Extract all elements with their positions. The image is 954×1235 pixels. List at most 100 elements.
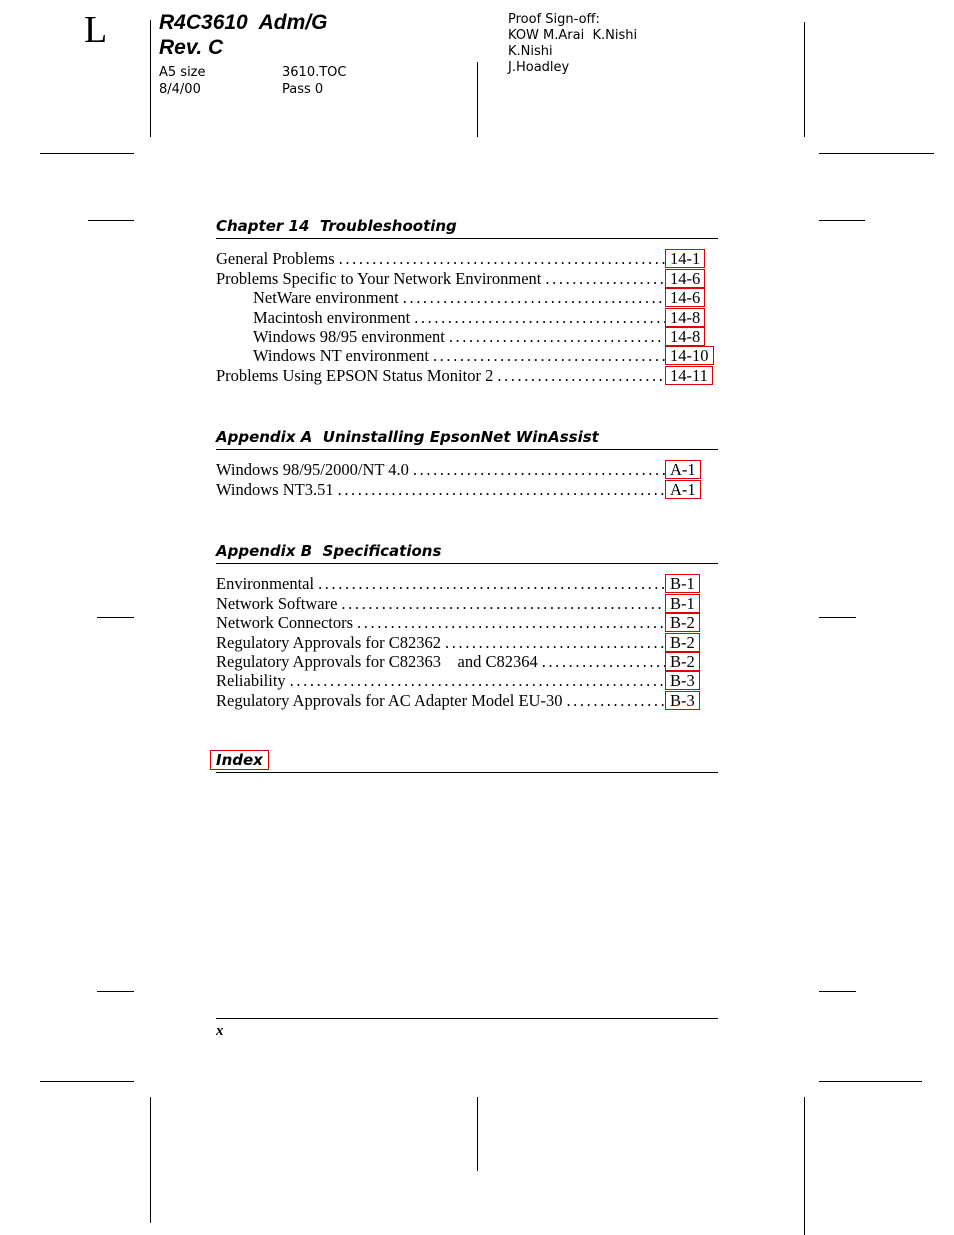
dot-leader: ........................................… <box>545 268 666 288</box>
toc-entry: Macintosh environment...................… <box>216 307 718 327</box>
toc-page-link[interactable]: B-3 <box>665 671 718 691</box>
toc-page-number[interactable]: 14-6 <box>665 288 706 308</box>
dot-leader: ........................................… <box>566 690 666 710</box>
toc-section-appendix-a: Appendix A Uninstalling EpsonNet WinAssi… <box>216 427 718 499</box>
toc-page-number[interactable]: B-3 <box>665 671 700 691</box>
dot-leader: ........................................… <box>445 632 666 652</box>
toc-page-link[interactable]: B-2 <box>665 651 718 671</box>
dot-leader: ........................................… <box>289 671 666 691</box>
toc-entry-title: Environmental <box>216 574 315 594</box>
trim-mark-left-middle <box>97 617 134 618</box>
toc-page-number[interactable]: 14-6 <box>665 268 706 288</box>
section-heading: Chapter 14 Troubleshooting <box>216 216 718 239</box>
toc-section-chapter14: Chapter 14 Troubleshooting General Probl… <box>216 216 718 385</box>
toc-entry-title: Problems Specific to Your Network Enviro… <box>216 268 542 288</box>
toc-page-number[interactable]: B-2 <box>665 651 700 671</box>
toc-entry: NetWare environment.....................… <box>216 288 718 308</box>
section-heading: Appendix A Uninstalling EpsonNet WinAssi… <box>216 427 718 450</box>
toc-entry-title: General Problems <box>216 249 335 269</box>
crop-mark-top-right-horizontal <box>819 153 934 154</box>
crop-mark-bottom-right-vertical <box>804 1097 805 1235</box>
toc-page-link[interactable]: 14-11 <box>665 365 718 385</box>
toc-page-number[interactable]: B-3 <box>665 690 700 710</box>
toc-entry: Regulatory Approvals for C82362.........… <box>216 632 718 652</box>
toc-page-number[interactable]: 14-10 <box>665 346 714 366</box>
toc-entry-title: Windows NT3.51 <box>216 479 334 499</box>
toc-entry-title: Network Software <box>216 593 338 613</box>
toc-entry: Windows NT3.51..........................… <box>216 479 718 499</box>
toc-page-number[interactable]: B-2 <box>665 613 700 633</box>
crop-mark-bottom-left-horizontal <box>40 1081 134 1082</box>
trim-mark-right-middle <box>819 617 856 618</box>
toc-entry: Reliability.............................… <box>216 671 718 691</box>
meta-date: 8/4/00 <box>159 82 201 97</box>
dot-leader: ........................................… <box>402 288 666 308</box>
toc-entry: Network Software........................… <box>216 593 718 613</box>
crop-mark-bottom-left-vertical <box>150 1097 151 1223</box>
toc-entry-title: Windows NT environment <box>253 346 429 366</box>
toc-entry: Problems Specific to Your Network Enviro… <box>216 268 718 288</box>
toc-page-number[interactable]: 14-8 <box>665 307 706 327</box>
toc-section-index: Index <box>210 750 718 773</box>
signoff-line3: J.Hoadley <box>508 60 570 75</box>
toc-page-number[interactable]: B-1 <box>665 574 700 594</box>
dot-leader: ........................................… <box>318 574 666 594</box>
toc-page-link[interactable]: B-1 <box>665 574 718 594</box>
crop-mark-top-center-vertical <box>477 62 478 137</box>
crop-mark-bottom-center-vertical <box>477 1097 478 1171</box>
toc-entries: Environmental...........................… <box>216 574 718 710</box>
toc-entry-title: Network Connectors <box>216 613 354 633</box>
toc-page-number[interactable]: B-2 <box>665 632 700 652</box>
meta-file-name: 3610.TOC <box>282 65 347 80</box>
toc-entry-title: Regulatory Approvals for C82362 <box>216 632 442 652</box>
trim-mark-right-upper <box>819 220 865 221</box>
toc-page-link[interactable]: A-1 <box>665 460 718 480</box>
toc-page-link[interactable]: B-2 <box>665 613 718 633</box>
toc-page-number[interactable]: 14-8 <box>665 326 706 346</box>
toc-entry-title: Regulatory Approvals for C82363 and C823… <box>216 651 538 671</box>
toc-page-number[interactable]: B-1 <box>665 593 700 613</box>
toc-entry-title: Macintosh environment <box>253 307 411 327</box>
toc-page-link[interactable]: 14-8 <box>665 326 718 346</box>
toc-page-number[interactable]: A-1 <box>665 479 701 499</box>
dot-leader: ........................................… <box>412 460 666 480</box>
toc-entry-title: Problems Using EPSON Status Monitor 2 <box>216 365 494 385</box>
signoff-line1: KOW M.Arai K.Nishi <box>508 28 638 43</box>
crop-mark-top-right-vertical <box>804 22 805 137</box>
toc-entry: Network Connectors......................… <box>216 613 718 633</box>
document-title-line1: R4C3610 Adm/G <box>159 11 328 34</box>
toc-page-link[interactable]: 14-6 <box>665 268 718 288</box>
dot-leader: ........................................… <box>337 479 666 499</box>
corner-mark: L <box>84 9 108 51</box>
toc-page-link[interactable]: B-3 <box>665 690 718 710</box>
index-link[interactable]: Index <box>210 750 269 770</box>
dot-leader: ........................................… <box>541 651 666 671</box>
toc-page-link[interactable]: 14-8 <box>665 307 718 327</box>
document-title-line2: Rev. C <box>159 36 224 59</box>
trim-mark-left-lower <box>97 991 134 992</box>
toc-entry-title: Windows 98/95 environment <box>253 326 445 346</box>
toc-entries: General Problems........................… <box>216 249 718 385</box>
dot-leader: ........................................… <box>448 326 666 346</box>
toc-entry-title: Reliability <box>216 671 286 691</box>
toc-page-number[interactable]: 14-11 <box>665 365 713 385</box>
toc-page-link[interactable]: B-1 <box>665 593 718 613</box>
toc-page-number[interactable]: A-1 <box>665 460 701 480</box>
toc-page-link[interactable]: 14-10 <box>665 346 718 366</box>
index-heading: Index <box>216 751 263 769</box>
toc-page-link[interactable]: 14-6 <box>665 288 718 308</box>
toc-page-link[interactable]: 14-1 <box>665 249 718 269</box>
toc-page-number[interactable]: 14-1 <box>665 249 706 269</box>
dot-leader: ........................................… <box>414 307 666 327</box>
dot-leader: ........................................… <box>432 346 666 366</box>
trim-mark-left-upper <box>88 220 134 221</box>
signoff-line2: K.Nishi <box>508 44 553 59</box>
toc-entry-title: Regulatory Approvals for AC Adapter Mode… <box>216 690 563 710</box>
toc-page-link[interactable]: A-1 <box>665 479 718 499</box>
dot-leader: ........................................… <box>338 249 666 269</box>
toc-entry-title: NetWare environment <box>253 288 399 308</box>
section-heading: Index <box>210 750 718 773</box>
toc-page-link[interactable]: B-2 <box>665 632 718 652</box>
trim-mark-right-lower <box>819 991 856 992</box>
toc-entry: Regulatory Approvals for C82363 and C823… <box>216 651 718 671</box>
